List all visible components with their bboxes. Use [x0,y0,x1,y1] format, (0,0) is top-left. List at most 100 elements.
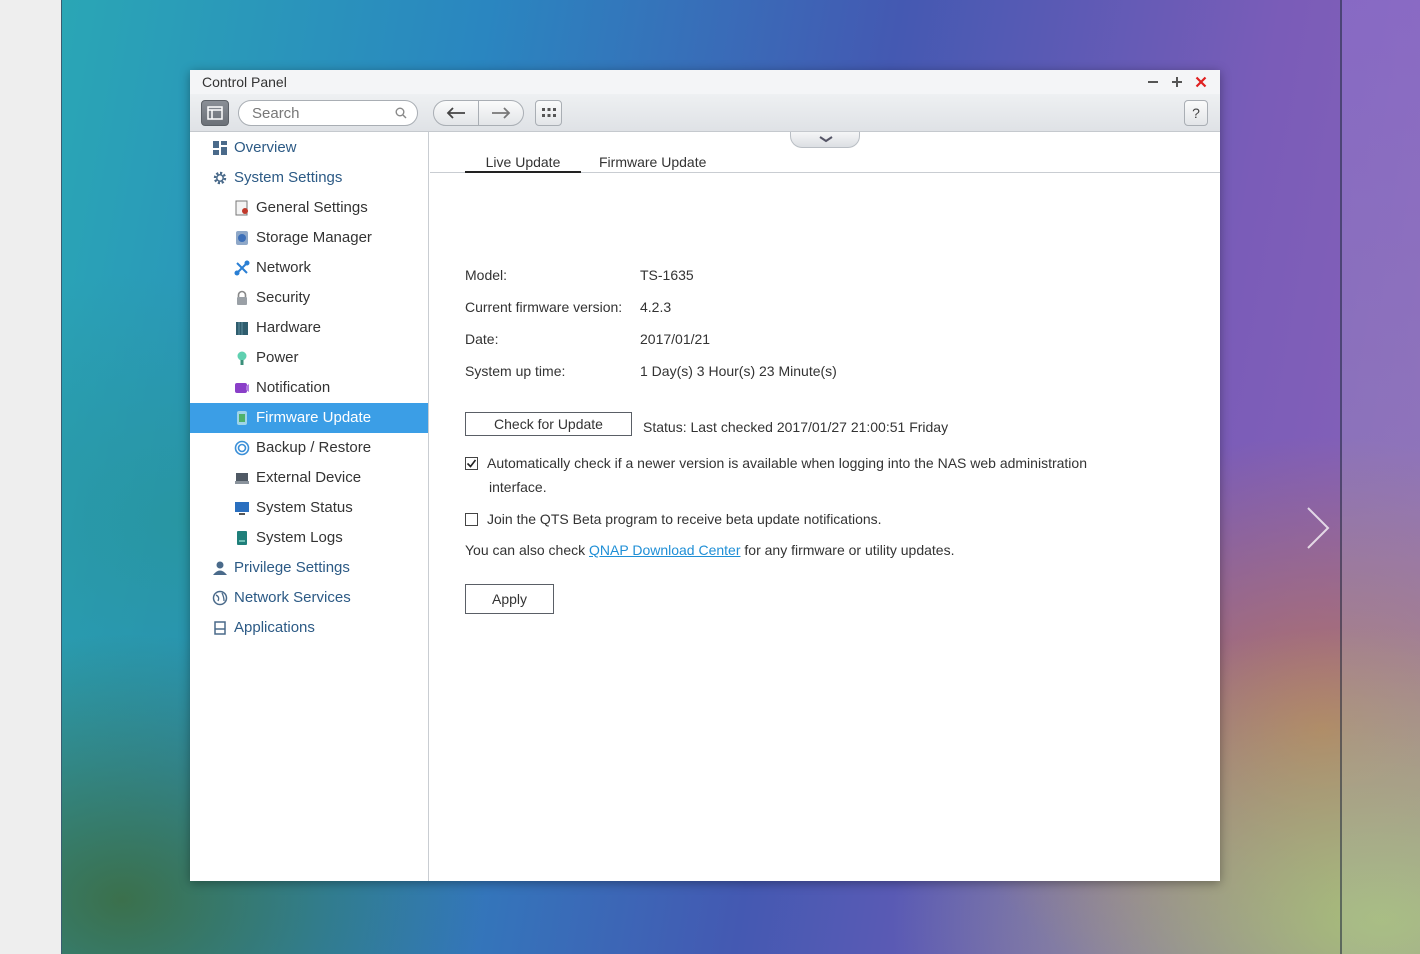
sidebar-item-label: Overview [234,139,297,156]
sidebar: Overview System Settings General Setting… [190,132,429,881]
checkmark-icon [466,459,477,468]
update-status: Status: Last checked 2017/01/27 21:00:51… [643,419,949,435]
sidebar-item-label: Network Services [234,589,351,606]
download-note-suffix: for any firmware or utility updates. [740,542,955,558]
auto-check-checkbox[interactable] [465,457,478,470]
external-device-icon [235,473,249,484]
monitor-icon [235,502,249,515]
gear-icon [213,171,227,185]
check-for-update-button[interactable]: Check for Update [465,412,632,436]
sidebar-item-power[interactable]: Power [190,343,428,373]
sidebar-item-applications[interactable]: Applications [190,613,428,643]
collapse-toggle[interactable] [790,132,860,148]
firmware-icon [237,411,247,425]
notification-icon [235,383,249,393]
beta-program-checkbox[interactable] [465,513,478,526]
left-edge-panel [0,0,62,954]
right-edge-panel [1340,0,1420,954]
sidebar-item-backup-restore[interactable]: Backup / Restore [190,433,428,463]
sidebar-layout-icon [207,106,223,120]
sidebar-item-security[interactable]: Security [190,283,428,313]
apps-grid-button[interactable] [535,100,562,126]
sidebar-item-label: General Settings [256,199,368,216]
uptime-label: System up time: [465,363,566,379]
arrow-left-icon [446,107,465,119]
sidebar-item-label: Hardware [256,319,322,336]
auto-check-label: Automatically check if a newer version i… [487,455,1087,471]
sidebar-item-external-device[interactable]: External Device [190,463,428,493]
download-center-note: You can also check QNAP Download Center … [465,542,954,558]
sidebar-item-notification[interactable]: Notification [190,373,428,403]
date-label: Date: [465,331,499,347]
bulb-icon [237,351,247,365]
download-note-prefix: You can also check [465,542,590,558]
sidebar-item-label: Backup / Restore [256,439,372,456]
minimize-icon[interactable] [1143,72,1163,92]
backup-icon [234,440,250,456]
firmware-version-label: Current firmware version: [465,299,623,315]
sidebar-item-label: System Status [256,499,353,516]
help-button[interactable]: ? [1184,100,1208,126]
sidebar-item-firmware-update[interactable]: Firmware Update [190,403,428,433]
overview-icon [213,141,227,155]
hardware-icon [236,322,248,335]
model-label: Model: [465,267,508,283]
grid-icon [541,108,556,117]
search-icon[interactable] [395,107,407,119]
logs-icon [237,531,247,545]
sidebar-item-hardware[interactable]: Hardware [190,313,428,343]
tab-live-update[interactable]: Live Update [465,154,581,173]
network-icon [234,260,250,276]
toolbar: ? [190,94,1220,132]
general-settings-icon [235,200,248,216]
main-content: Live Update Firmware Update Model: TS-16… [430,132,1220,881]
sidebar-item-overview[interactable]: Overview [190,133,428,163]
sidebar-item-label: Applications [234,619,315,636]
applications-icon [214,621,226,635]
sidebar-item-label: Storage Manager [256,229,372,246]
forward-button[interactable] [478,100,524,126]
qnap-download-center-link[interactable]: QNAP Download Center [589,542,740,558]
chevron-down-icon [819,136,833,143]
window-title: Control Panel [202,74,287,90]
beta-program-label: Join the QTS Beta program to receive bet… [487,511,882,527]
title-bar: Control Panel [190,70,1220,94]
model-value: TS-1635 [640,267,694,283]
control-panel-window: Control Panel ? [190,70,1220,881]
uptime-value: 1 Day(s) 3 Hour(s) 23 Minute(s) [640,363,837,379]
sidebar-item-label: Notification [256,379,331,396]
sidebar-item-label: Privilege Settings [234,559,350,576]
sidebar-item-label: Firmware Update [256,409,372,426]
sidebar-item-label: External Device [256,469,362,486]
arrow-right-icon [492,107,511,119]
sidebar-item-label: Network [256,259,312,276]
back-button[interactable] [433,100,479,126]
sidebar-item-label: Power [256,349,299,366]
apply-button[interactable]: Apply [465,584,554,614]
sidebar-item-general-settings[interactable]: General Settings [190,193,428,223]
search-box[interactable] [238,100,418,126]
storage-icon [236,231,248,245]
user-icon [213,561,227,575]
sidebar-item-label: Security [256,289,311,306]
sidebar-item-system-logs[interactable]: System Logs [190,523,428,553]
sidebar-item-system-settings[interactable]: System Settings [190,163,428,193]
sidebar-item-privilege-settings[interactable]: Privilege Settings [190,553,428,583]
sidebar-toggle-button[interactable] [201,100,229,126]
sidebar-item-system-status[interactable]: System Status [190,493,428,523]
sidebar-item-storage-manager[interactable]: Storage Manager [190,223,428,253]
search-input[interactable] [252,105,392,122]
globe-icon [212,590,228,606]
lock-icon [237,290,247,305]
maximize-icon[interactable] [1167,72,1187,92]
auto-check-label-continued: interface. [489,479,547,495]
tab-firmware-update[interactable]: Firmware Update [599,154,706,173]
sidebar-item-label: System Logs [256,529,343,546]
sidebar-item-network[interactable]: Network [190,253,428,283]
sidebar-item-label: System Settings [234,169,343,186]
close-icon[interactable] [1191,72,1211,92]
firmware-version-value: 4.2.3 [640,299,672,315]
date-value: 2017/01/21 [640,331,711,347]
next-page-arrow-icon[interactable] [1300,504,1340,552]
sidebar-item-network-services[interactable]: Network Services [190,583,428,613]
